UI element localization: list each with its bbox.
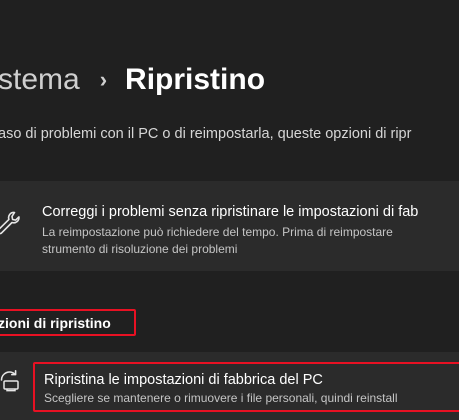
reset-pc-highlight: Ripristina le impostazioni di fabbrica d… — [33, 362, 459, 412]
troubleshoot-card[interactable]: Correggi i problemi senza ripristinare l… — [0, 181, 459, 271]
reset-pc-icon — [0, 368, 22, 392]
wrench-icon — [0, 210, 21, 236]
breadcrumb: stema › Ripristino — [0, 60, 265, 100]
page-title: Ripristino — [125, 63, 266, 96]
recovery-options-header: zioni di ripristino — [0, 315, 111, 331]
reset-pc-title: Ripristina le impostazioni di fabbrica d… — [44, 372, 323, 388]
troubleshoot-description: La reimpostazione può richiedere del tem… — [42, 224, 393, 258]
page-description: aso di problemi con il PC o di reimposta… — [0, 126, 412, 142]
breadcrumb-chevron-icon: › — [99, 67, 108, 92]
troubleshoot-description-line1: La reimpostazione può richiedere del tem… — [42, 225, 393, 239]
breadcrumb-parent-link[interactable]: stema — [0, 60, 80, 100]
troubleshoot-title: Correggi i problemi senza ripristinare l… — [42, 204, 419, 220]
reset-pc-description: Scegliere se mantenere o rimuovere i fil… — [44, 391, 398, 405]
recovery-options-header-highlight: zioni di ripristino — [0, 309, 136, 336]
troubleshoot-description-line2: strumento di risoluzione dei problemi — [42, 242, 238, 256]
reset-pc-row[interactable]: Ripristina le impostazioni di fabbrica d… — [0, 352, 459, 420]
settings-page: stema › Ripristino aso di problemi con i… — [0, 0, 459, 420]
